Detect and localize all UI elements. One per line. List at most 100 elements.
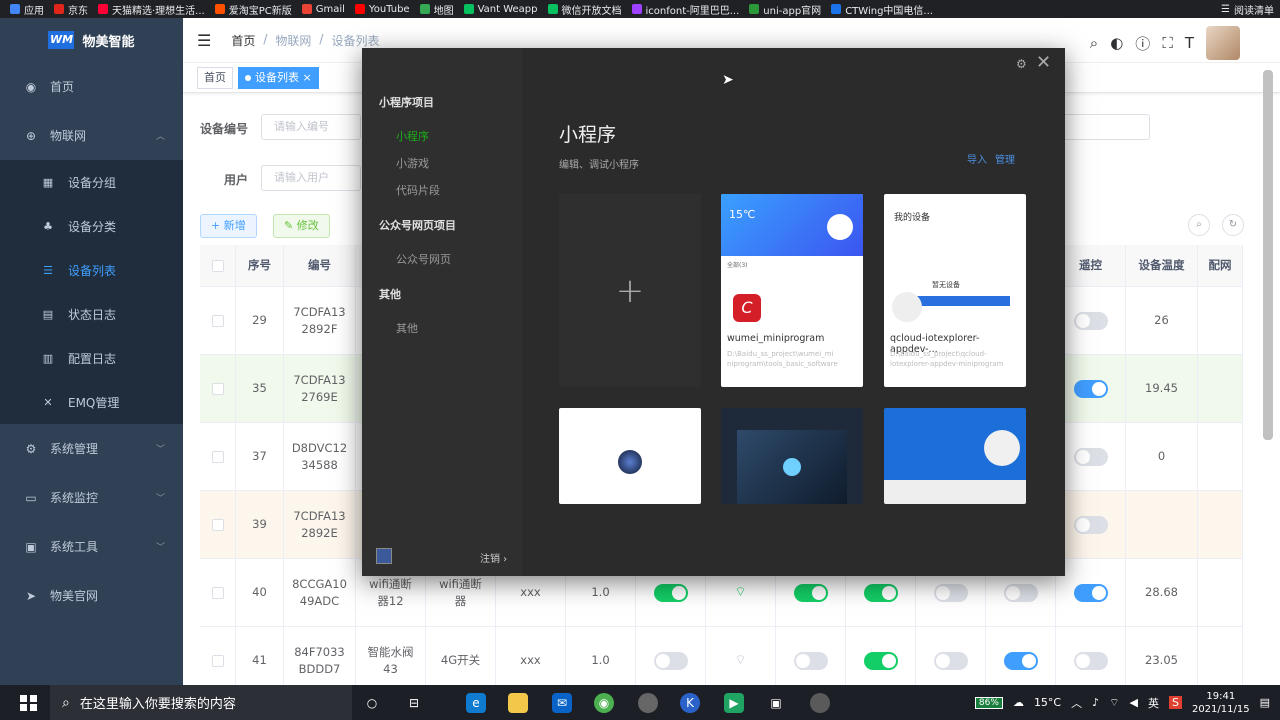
bookmark-uniapp[interactable]: uni-app官网 (749, 2, 821, 17)
wechat-icon[interactable] (638, 693, 658, 713)
item-miniprogram[interactable]: 小程序 (396, 128, 429, 144)
bookmark-vant[interactable]: Vant Weapp (463, 4, 538, 15)
toggle-switch[interactable] (1073, 447, 1108, 466)
close-icon[interactable]: ✕ (1036, 52, 1051, 73)
sidebar-item-config-log[interactable]: ▥ 配置日志 (0, 336, 183, 380)
toggle-switch[interactable] (793, 583, 828, 602)
toggle-switch[interactable] (1073, 311, 1108, 330)
scrollbar[interactable] (1263, 70, 1273, 440)
item-minigame[interactable]: 小游戏 (396, 155, 429, 171)
wechat-devtools-icon[interactable] (810, 693, 830, 713)
item-other[interactable]: 其他 (396, 320, 418, 336)
toggle-switch[interactable] (793, 651, 828, 670)
microphone-icon[interactable]: ♪ (1092, 696, 1099, 709)
refresh-icon[interactable]: ↻ (1222, 214, 1244, 236)
bookmark-tmall[interactable]: 天猫精选·理想生活... (98, 2, 205, 17)
breadcrumb-item-home[interactable]: 首页 (231, 32, 255, 49)
toggle-switch[interactable] (1073, 583, 1108, 602)
clock[interactable]: 19:41 2021/11/15 (1192, 690, 1250, 716)
sidebar-item-emq[interactable]: ✕ EMQ管理 (0, 380, 183, 424)
add-button[interactable]: + 新增 (200, 214, 257, 238)
file-explorer-icon[interactable] (508, 693, 528, 713)
github-icon[interactable]: ◐ (1110, 34, 1123, 52)
bookmark-iconfont[interactable]: iconfont-阿里巴巴... (631, 2, 739, 17)
toggle-switch[interactable] (653, 651, 688, 670)
battery-indicator[interactable]: 86% (974, 696, 1003, 709)
sidebar-item-device-category[interactable]: ♣ 设备分类 (0, 204, 183, 248)
sidebar-item-website[interactable]: ➤ 物美官网 (0, 571, 183, 620)
import-link[interactable]: 导入 (967, 151, 987, 166)
tag-home[interactable]: 首页 (197, 66, 233, 89)
app-logo[interactable]: WM 物美智能 (0, 18, 183, 62)
search-toggle-icon[interactable]: ⌕ (1188, 214, 1210, 236)
windows-start-icon[interactable] (20, 694, 44, 711)
bookmark-maps[interactable]: 地图 (419, 2, 454, 17)
bookmark-wechat-docs[interactable]: 微信开放文档 (547, 2, 622, 17)
new-project-card[interactable]: + (559, 194, 701, 387)
row-checkbox[interactable] (211, 450, 224, 463)
taskbar-search[interactable]: ⌕ 在这里输入你要搜索的内容 (50, 685, 352, 720)
toggle-switch[interactable] (1003, 583, 1038, 602)
cortana-icon[interactable]: ○ (362, 693, 382, 713)
row-checkbox[interactable] (211, 314, 224, 327)
edit-button[interactable]: ✎ 修改 (273, 214, 330, 238)
item-official-web[interactable]: 公众号网页 (396, 251, 451, 267)
notification-icon[interactable]: ▤ (1260, 696, 1270, 709)
row-checkbox[interactable] (211, 518, 224, 531)
project-card-wumei[interactable]: 15℃ 全部(3) C wumei_miniprogram D:\Baidu_s… (721, 194, 863, 387)
mail-icon[interactable]: ✉ (552, 693, 572, 713)
chrome-icon[interactable]: ◉ (594, 693, 614, 713)
row-checkbox[interactable] (211, 654, 224, 667)
bookmark-ctwing[interactable]: CTWing中国电信... (831, 2, 933, 17)
k-app-icon[interactable]: K (680, 693, 700, 713)
logout-link[interactable]: 注销 › (480, 550, 507, 565)
toggle-switch[interactable] (863, 583, 898, 602)
tag-device-list[interactable]: 设备列表 × (238, 66, 319, 89)
toggle-switch[interactable] (863, 651, 898, 670)
row-checkbox[interactable] (211, 586, 224, 599)
bookmark-apps[interactable]: 应用 (10, 2, 44, 17)
camera-icon[interactable]: ▣ (766, 693, 786, 713)
play-icon[interactable]: ▶ (724, 693, 744, 713)
sidebar-item-device-group[interactable]: ▦ 设备分组 (0, 160, 183, 204)
user-input[interactable]: 请输入用户 (261, 165, 361, 191)
dialog-avatar[interactable] (376, 548, 392, 564)
font-size-icon[interactable]: T (1185, 34, 1194, 52)
search-icon[interactable]: ⌕ (1090, 34, 1098, 52)
project-card-3[interactable] (559, 408, 701, 504)
sidebar-item-tools[interactable]: ▣ 系统工具 ﹀ (0, 522, 183, 571)
sidebar-item-system[interactable]: ⚙ 系统管理 ﹀ (0, 424, 183, 473)
hamburger-icon[interactable]: ☰ (197, 31, 211, 50)
sidebar-item-status-log[interactable]: ▤ 状态日志 (0, 292, 183, 336)
settings-icon[interactable]: ⚙ (1016, 57, 1027, 71)
toggle-switch[interactable] (933, 583, 968, 602)
ime-indicator[interactable]: 英 (1148, 695, 1159, 711)
project-card-4[interactable] (721, 408, 863, 504)
sidebar-item-home[interactable]: ◉ 首页 (0, 62, 183, 111)
device-no-input[interactable]: 请输入编号 (261, 114, 361, 140)
bookmark-gmail[interactable]: Gmail (301, 4, 345, 15)
bookmark-taobao[interactable]: 爱淘宝PC新版 (214, 2, 292, 17)
sidebar-item-iot[interactable]: ⊕ 物联网 ︿ (0, 111, 183, 160)
network-icon[interactable]: ⌔ (1109, 696, 1119, 710)
toggle-switch[interactable] (1073, 651, 1108, 670)
edge-icon[interactable]: e (466, 693, 486, 713)
toggle-switch[interactable] (653, 583, 688, 602)
reading-list[interactable]: ☰ 阅读清单 (1221, 0, 1274, 18)
toggle-switch[interactable] (1073, 379, 1108, 398)
project-card-5[interactable] (884, 408, 1026, 504)
toggle-switch[interactable] (1003, 651, 1038, 670)
sidebar-item-device-list[interactable]: ☰ 设备列表 (0, 248, 183, 292)
item-code-snippet[interactable]: 代码片段 (396, 182, 440, 198)
toggle-switch[interactable] (933, 651, 968, 670)
tray-expand-icon[interactable]: ︿ (1071, 695, 1082, 711)
task-view-icon[interactable]: ⊟ (404, 693, 424, 713)
manage-link[interactable]: 管理 (995, 151, 1015, 166)
weather-icon[interactable]: ☁ (1013, 696, 1024, 709)
bookmark-youtube[interactable]: YouTube (354, 4, 410, 15)
project-card-qcloud[interactable]: 我的设备 暂无设备 qcloud-iotexplorer-appdev-... … (884, 194, 1026, 387)
sogou-icon[interactable]: S (1168, 696, 1182, 709)
avatar[interactable] (1206, 26, 1240, 60)
close-icon[interactable]: × (303, 71, 312, 84)
select-all-checkbox[interactable] (211, 259, 224, 272)
